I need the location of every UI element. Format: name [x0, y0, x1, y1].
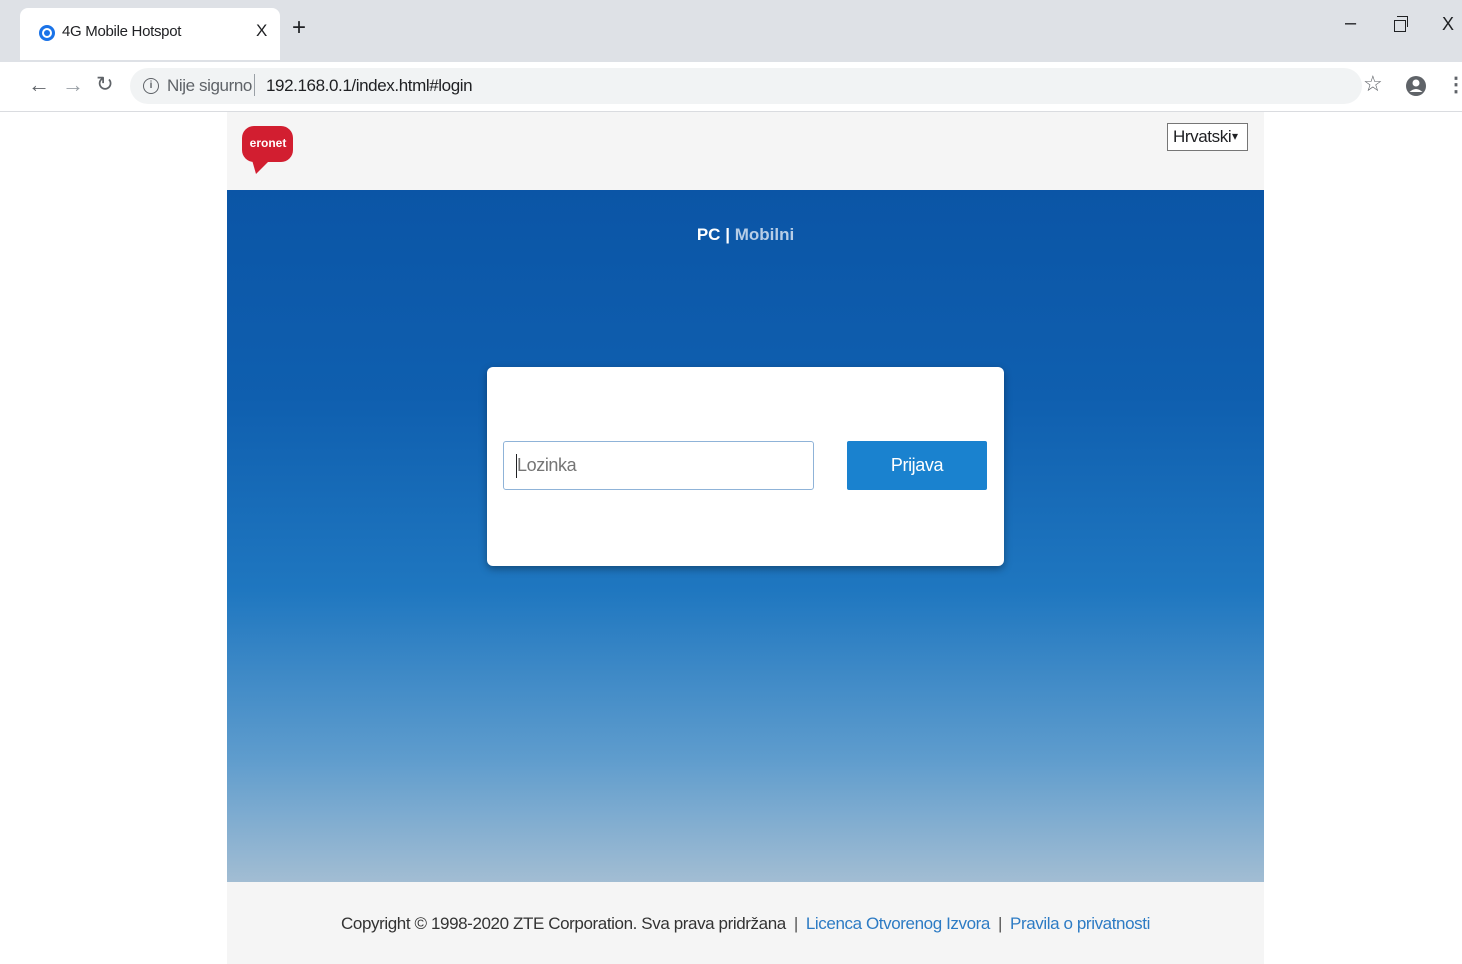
logo-tail [252, 160, 270, 174]
mode-separator: | [725, 225, 730, 244]
new-tab-button[interactable]: + [292, 16, 306, 40]
logo-text: eronet [249, 136, 287, 150]
footer-separator: | [997, 914, 1003, 933]
tab-close-icon[interactable]: X [256, 21, 267, 41]
star-icon[interactable]: ☆ [1363, 71, 1383, 97]
copyright-text: Copyright © 1998-2020 ZTE Corporation. S… [341, 914, 786, 933]
page-footer: Copyright © 1998-2020 ZTE Corporation. S… [227, 882, 1264, 964]
router-login-page: eronet Hrvatski ▾ PC | Mobilni Prijava C… [227, 112, 1264, 964]
address-bar[interactable]: i Nije sigurno 192.168.0.1/index.html#lo… [130, 68, 1362, 104]
url-text[interactable]: 192.168.0.1/index.html#login [266, 76, 473, 96]
favicon-icon [38, 24, 56, 42]
window-restore-button[interactable] [1394, 16, 1408, 32]
footer-line: Copyright © 1998-2020 ZTE Corporation. S… [227, 914, 1264, 934]
mode-pc-link[interactable]: PC [697, 225, 721, 244]
menu-icon[interactable]: ⋮ [1446, 72, 1462, 97]
mode-mobile-link[interactable]: Mobilni [735, 225, 794, 244]
login-card: Prijava [487, 367, 1004, 566]
window-close-button[interactable]: X [1442, 14, 1454, 35]
info-icon[interactable]: i [143, 78, 159, 94]
account-icon[interactable] [1405, 75, 1427, 97]
security-label[interactable]: Nije sigurno [167, 76, 252, 96]
browser-tab[interactable]: 4G Mobile Hotspot X [20, 8, 280, 60]
footer-separator: | [793, 914, 798, 933]
privacy-policy-link[interactable]: Pravila o privatnosti [1010, 914, 1150, 933]
reload-icon[interactable]: ↻ [96, 72, 114, 97]
browser-tab-bar: 4G Mobile Hotspot X + – X [0, 0, 1462, 62]
language-select[interactable]: Hrvatski ▾ [1167, 123, 1248, 151]
window-minimize-button[interactable]: – [1345, 12, 1356, 35]
page-header: eronet Hrvatski ▾ [227, 112, 1264, 190]
text-caret [516, 454, 517, 478]
view-mode-switch: PC | Mobilni [227, 225, 1264, 245]
forward-arrow-icon[interactable]: → [62, 72, 84, 98]
password-input[interactable] [503, 441, 814, 490]
chevron-down-icon: ▾ [1232, 129, 1239, 143]
eronet-logo: eronet [242, 126, 294, 176]
back-arrow-icon[interactable]: ← [28, 72, 50, 98]
hero-section: PC | Mobilni Prijava [227, 190, 1264, 882]
language-selected: Hrvatski [1173, 127, 1232, 146]
login-button[interactable]: Prijava [847, 441, 987, 490]
open-source-license-link[interactable]: Licenca Otvorenog Izvora [806, 914, 991, 933]
url-divider [254, 74, 255, 96]
browser-toolbar: ← → ↻ i Nije sigurno 192.168.0.1/index.h… [0, 62, 1462, 112]
tab-title: 4G Mobile Hotspot [62, 23, 182, 40]
